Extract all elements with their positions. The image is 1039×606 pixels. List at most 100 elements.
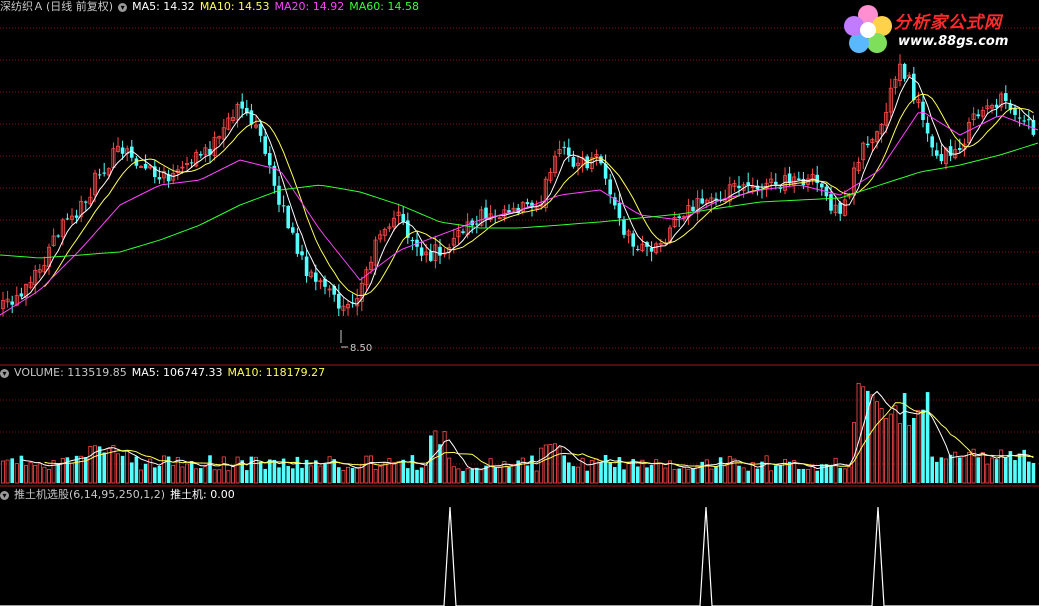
candle-body (1017, 117, 1022, 119)
volume-bar (295, 456, 300, 483)
volume-bar (944, 458, 949, 484)
volume-bar (70, 462, 75, 484)
volume-bar (691, 468, 695, 483)
volume-bar (833, 457, 838, 484)
volume-bar (760, 461, 764, 483)
candle-body (571, 156, 576, 167)
volume-bar (230, 466, 235, 484)
volume-bar (585, 470, 589, 483)
volume-bar (120, 455, 125, 483)
volume-bar (774, 465, 778, 483)
volume-bar (1027, 461, 1031, 483)
volume-bar (511, 463, 516, 484)
volume-bar (884, 418, 889, 484)
chevron-down-icon[interactable]: ▾ (0, 490, 9, 500)
volume-bar (888, 413, 893, 484)
volume-bar (599, 462, 603, 483)
volume-ma10-line (44, 402, 1034, 468)
candle-body (737, 185, 741, 189)
volume-bar (622, 469, 626, 483)
candle-body (525, 202, 530, 205)
volume-bar (286, 466, 290, 483)
candle-body (976, 114, 980, 117)
candle-body (65, 218, 70, 220)
volume-bar (28, 462, 33, 484)
volume-bar (810, 464, 815, 484)
watermark-name: 分析家公式网 (894, 13, 1002, 33)
volume-bar (475, 467, 479, 483)
volume-bar (401, 459, 405, 483)
volume-bar (658, 463, 663, 484)
volume-bar (323, 463, 327, 483)
volume-bar (355, 467, 360, 484)
volume-bar (419, 467, 424, 483)
volume-bar (815, 470, 819, 483)
candle-body (410, 239, 415, 242)
volume-bar (327, 456, 332, 484)
volume-bar (902, 393, 907, 483)
candle-body (820, 183, 824, 188)
volume-bar (842, 468, 847, 484)
volume-bar (272, 459, 277, 483)
volume-bar (847, 466, 852, 484)
volume-ma10-readout: MA10: 118179.27 (227, 366, 326, 379)
volume-bar (130, 462, 134, 483)
volume-bar (898, 423, 903, 484)
volume-bar (677, 468, 681, 483)
volume-bar (870, 394, 875, 484)
stock-chart[interactable]: 8.50 (0, 0, 1039, 606)
volume-bar (56, 463, 60, 483)
volume-bar (221, 456, 226, 484)
volume-bar (714, 466, 718, 483)
candle-body (263, 136, 267, 154)
candle-body (429, 251, 433, 261)
volume-bar (562, 455, 566, 483)
candle-body (958, 148, 962, 150)
chevron-down-icon[interactable]: ▾ (118, 2, 128, 12)
ma10-readout: MA10: 14.53 (199, 0, 270, 13)
candle-body (240, 101, 244, 109)
indicator-spikes (0, 506, 1039, 606)
volume-bar (893, 405, 898, 484)
volume-bar (208, 455, 212, 483)
volume-bar (391, 462, 396, 484)
candle-body (567, 147, 571, 156)
volume-bar (806, 469, 811, 484)
candle-body (617, 203, 622, 219)
volume-bar (350, 467, 355, 483)
volume-bar (746, 470, 750, 483)
volume-bar (226, 470, 231, 484)
volume-bar (861, 386, 866, 484)
volume-bar (718, 457, 723, 483)
ma5-line (21, 76, 1034, 305)
chevron-down-icon[interactable]: ▾ (0, 368, 9, 378)
volume-bar (948, 454, 953, 483)
candle-body (636, 249, 640, 251)
volume-ma-lines (21, 390, 1034, 470)
volume-readout: VOLUME: 113519.85 (14, 366, 127, 379)
volume-bar (571, 466, 576, 483)
volume-bar (709, 468, 714, 484)
volume-bar (79, 455, 84, 484)
candle-body (935, 150, 939, 156)
volume-bar (447, 457, 452, 484)
volume-bar (245, 470, 249, 483)
volume-bar (33, 465, 38, 484)
volume-bar (925, 392, 930, 483)
volume-bar (171, 465, 176, 484)
candle-body (304, 256, 309, 277)
candle-body (97, 174, 102, 176)
candle-body (774, 181, 778, 185)
volume-bar (875, 401, 880, 484)
indicator-line (0, 506, 1039, 606)
volume-bar (461, 470, 465, 483)
volume-bar (557, 446, 562, 484)
volume-bar (994, 459, 999, 483)
volume-bar (203, 466, 208, 484)
candle-body (143, 163, 148, 169)
candle-body (622, 219, 626, 235)
volume-bar (291, 468, 295, 483)
volume-bar (415, 469, 419, 483)
candle-body (1022, 120, 1026, 122)
volume-bar (1017, 453, 1022, 483)
